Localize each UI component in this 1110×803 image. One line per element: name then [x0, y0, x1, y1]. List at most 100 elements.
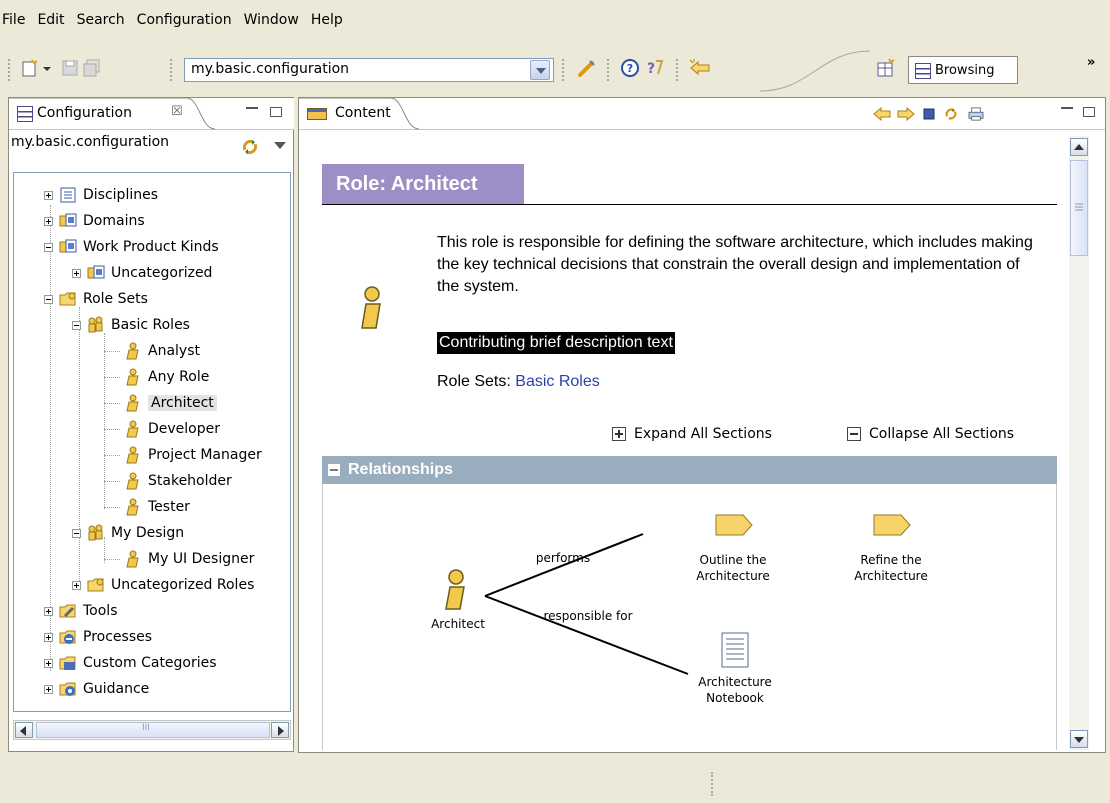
search-help-icon[interactable]: ? [645, 58, 665, 78]
tree-item-developer[interactable]: Developer [124, 418, 220, 440]
refresh-icon[interactable] [942, 107, 960, 121]
tree-item-analyst[interactable]: Analyst [124, 340, 200, 362]
save-icon[interactable] [60, 58, 80, 78]
tree-horizontal-scrollbar[interactable]: III [13, 720, 291, 740]
tree-item-stakeholder[interactable]: Stakeholder [124, 470, 232, 492]
tree-item-any-role[interactable]: Any Role [124, 366, 209, 388]
toolbar-grip[interactable] [607, 59, 609, 81]
collapse-toggle[interactable] [72, 320, 81, 330]
expand-toggle[interactable] [44, 658, 53, 668]
back-arrow-icon[interactable] [688, 58, 712, 78]
collapse-all-sections-link[interactable]: Collapse All Sections [847, 426, 1014, 442]
scrollbar-thumb[interactable]: III [36, 722, 270, 738]
scroll-right-button[interactable] [271, 722, 289, 738]
expand-toggle[interactable] [44, 190, 53, 200]
expand-all-sections-link[interactable]: Expand All Sections [612, 426, 772, 442]
menu-configuration[interactable]: Configuration [137, 12, 232, 28]
scrollbar-thumb[interactable] [1070, 160, 1088, 256]
collapse-icon [847, 427, 861, 441]
work-product-architecture-notebook[interactable]: Architecture Notebook [675, 674, 795, 706]
document-icon[interactable] [720, 632, 750, 668]
menu-edit[interactable]: Edit [37, 12, 64, 28]
tree-item-label: Stakeholder [148, 473, 232, 489]
tree-item-label: Work Product Kinds [83, 239, 219, 255]
maximize-icon[interactable] [270, 107, 282, 117]
role-sets-link[interactable]: Basic Roles [515, 373, 599, 390]
tree-item-disciplines[interactable]: Disciplines [44, 184, 158, 206]
back-icon[interactable] [873, 107, 891, 121]
tree-item-domains[interactable]: Domains [44, 210, 145, 232]
expand-toggle[interactable] [44, 632, 53, 642]
print-icon[interactable] [967, 107, 985, 121]
tree-item-uncategorized-roles[interactable]: Uncategorized Roles [72, 574, 254, 596]
menu-window[interactable]: Window [244, 12, 299, 28]
tree-item-work-product-kinds[interactable]: Work Product Kinds [44, 236, 219, 258]
diagram-role-label[interactable]: Architect [413, 616, 503, 632]
role-icon [126, 342, 139, 360]
task-outline-architecture[interactable]: Outline the Architecture [673, 552, 793, 584]
tree-item-my-ui-designer[interactable]: My UI Designer [124, 548, 254, 570]
collapse-toggle[interactable] [72, 528, 81, 538]
tree-item-guidance[interactable]: Guidance [44, 678, 149, 700]
role-icon [126, 550, 139, 568]
expand-toggle[interactable] [44, 216, 53, 226]
scroll-up-button[interactable] [1070, 138, 1088, 156]
tree-item-tools[interactable]: Tools [44, 600, 118, 622]
expand-toggle[interactable] [72, 580, 81, 590]
maximize-icon[interactable] [1083, 107, 1095, 117]
toolbar-grip[interactable] [8, 59, 10, 81]
view-menu-icon[interactable] [274, 142, 286, 149]
minimize-icon[interactable] [1061, 107, 1073, 109]
save-all-icon[interactable] [82, 58, 102, 78]
content-view-tabbar: Content [299, 98, 1105, 130]
expand-toggle[interactable] [44, 606, 53, 616]
status-grip[interactable] [711, 772, 713, 796]
collapse-toggle[interactable] [44, 242, 53, 252]
collapse-toggle[interactable] [44, 294, 53, 304]
tree-item-label: Domains [83, 213, 145, 229]
perspective-browsing-button[interactable]: Browsing [908, 56, 1018, 84]
folder-icon [59, 292, 76, 306]
menu-help[interactable]: Help [311, 12, 343, 28]
validate-icon[interactable] [577, 58, 597, 78]
chevron-down-icon[interactable] [42, 58, 52, 78]
tree-item-my-design[interactable]: My Design [72, 522, 184, 544]
role-set-icon [88, 316, 103, 333]
toolbar-more-chevron[interactable]: » [1087, 55, 1095, 70]
configuration-combo[interactable]: my.basic.configuration [184, 58, 554, 82]
perspective-bar-curve [760, 50, 870, 92]
toolbar-grip[interactable] [676, 59, 678, 81]
help-icon[interactable]: ? [620, 58, 640, 78]
tree-item-tester[interactable]: Tester [124, 496, 190, 518]
content-vertical-scrollbar[interactable] [1069, 136, 1089, 750]
configuration-combo-dropdown[interactable] [530, 60, 550, 80]
tab-content[interactable]: Content [299, 98, 414, 130]
tree-item-architect[interactable]: Architect [124, 392, 217, 414]
forward-icon[interactable] [897, 107, 915, 121]
tree-item-role-sets[interactable]: Role Sets [44, 288, 148, 310]
tree-item-basic-roles[interactable]: Basic Roles [72, 314, 190, 336]
scroll-left-button[interactable] [15, 722, 33, 738]
tree-item-processes[interactable]: Processes [44, 626, 152, 648]
expand-toggle[interactable] [72, 268, 81, 278]
task-icon[interactable] [873, 514, 911, 536]
relationships-section-header[interactable]: Relationships [322, 456, 1057, 484]
tree-item-custom-categories[interactable]: Custom Categories [44, 652, 217, 674]
tab-configuration[interactable]: Configuration [37, 105, 132, 121]
stop-icon[interactable] [922, 107, 936, 121]
toolbar-grip[interactable] [562, 59, 564, 81]
tree-item-uncategorized[interactable]: Uncategorized [72, 262, 212, 284]
minimize-icon[interactable] [246, 107, 258, 109]
task-icon[interactable] [715, 514, 753, 536]
close-icon[interactable]: ☒ [171, 104, 183, 119]
tree-item-project-manager[interactable]: Project Manager [124, 444, 262, 466]
task-refine-architecture[interactable]: Refine the Architecture [831, 552, 951, 584]
expand-toggle[interactable] [44, 684, 53, 694]
scroll-down-button[interactable] [1070, 730, 1088, 748]
toolbar-grip[interactable] [170, 59, 172, 81]
sync-icon[interactable] [241, 138, 259, 156]
menu-search[interactable]: Search [77, 12, 125, 28]
new-icon[interactable] [20, 58, 40, 78]
open-perspective-icon[interactable] [876, 58, 896, 78]
menu-file[interactable]: File [2, 12, 25, 28]
